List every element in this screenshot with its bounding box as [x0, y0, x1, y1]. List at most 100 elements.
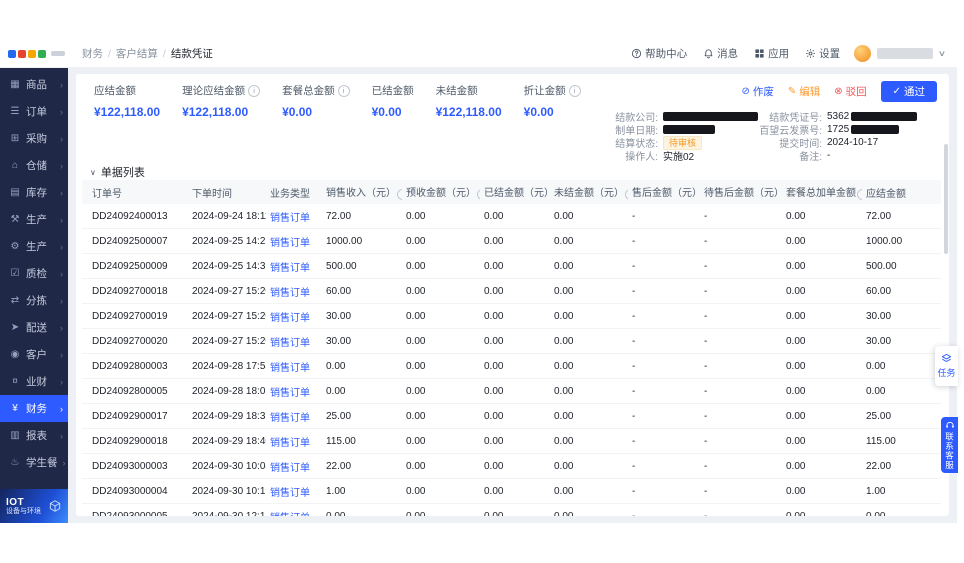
summary-item-3: 已结金额¥0.00	[372, 83, 414, 119]
table-cell: 0.00	[550, 454, 628, 479]
table-row[interactable]: DD240930000032024-09-30 10:08销售订单22.000.…	[82, 454, 941, 479]
table-cell: -	[628, 229, 700, 254]
reject-button[interactable]: ⊗驳回	[834, 84, 866, 99]
field-value: 实施02	[663, 148, 694, 163]
sidebar-item-qc[interactable]: ☑质检›	[0, 260, 68, 287]
sidebar-item-purchase[interactable]: ⊞采购›	[0, 125, 68, 152]
field-value-text: 1725	[827, 124, 849, 135]
table-row[interactable]: DD240928000052024-09-28 18:01销售订单0.000.0…	[82, 379, 941, 404]
report-icon: ▥	[9, 431, 21, 441]
chevron-right-icon: ›	[60, 134, 63, 144]
table-cell: 0.00	[550, 504, 628, 517]
sidebar-item-meal[interactable]: ♨学生餐›	[0, 449, 68, 476]
order-id-cell: DD24092700018	[82, 279, 188, 304]
table-row[interactable]: DD240928000032024-09-28 17:53销售订单0.000.0…	[82, 354, 941, 379]
table-cell: 0.00	[480, 354, 550, 379]
user-menu[interactable]: ∨	[854, 45, 945, 62]
breadcrumb-item[interactable]: 财务	[82, 46, 103, 61]
topbar-actions: 帮助中心消息应用设置	[623, 46, 848, 61]
chevron-down-icon[interactable]: ∨	[938, 49, 946, 58]
table-cell: 0.00	[782, 429, 862, 454]
iot-title: IOT	[6, 497, 41, 508]
redacted-value	[851, 125, 899, 134]
sidebar-item-finance[interactable]: ¥财务›	[0, 395, 68, 422]
sidebar-item-production2[interactable]: ⚙生产›	[0, 233, 68, 260]
breadcrumb-item[interactable]: 客户结算	[116, 46, 158, 61]
logo-redacted	[51, 51, 65, 56]
field-value-text: 实施02	[663, 148, 694, 163]
table-cell: 0.00	[782, 254, 862, 279]
table-row[interactable]: DD240925000072024-09-25 14:25销售订单1000.00…	[82, 229, 941, 254]
sidebar-item-bizfinance[interactable]: ¤业财›	[0, 368, 68, 395]
table-cell: 0.00	[782, 479, 862, 504]
table-row[interactable]: DD240929000172024-09-29 18:37销售订单25.000.…	[82, 404, 941, 429]
chevron-right-icon: ›	[60, 242, 63, 252]
table-cell: 0.00	[402, 379, 480, 404]
info-icon[interactable]	[338, 85, 350, 97]
sidebar-item-report[interactable]: ▥报表›	[0, 422, 68, 449]
info-icon[interactable]	[857, 189, 862, 200]
table-cell: 销售订单	[266, 454, 322, 479]
table-cell: -	[628, 379, 700, 404]
order-id-cell: DD24093000003	[82, 454, 188, 479]
sidebar-item-customer[interactable]: ◉客户›	[0, 341, 68, 368]
void-button[interactable]: ⊘作废	[741, 84, 773, 99]
table-cell: 0.00	[480, 504, 550, 517]
table-cell: 115.00	[862, 429, 941, 454]
sidebar-item-warehouse[interactable]: ⌂仓储›	[0, 152, 68, 179]
order-id-cell: DD24093000005	[82, 504, 188, 517]
bell-button[interactable]: 消息	[695, 46, 746, 61]
info-icon[interactable]	[625, 189, 628, 200]
table-row[interactable]: DD240925000092024-09-25 14:31销售订单500.000…	[82, 254, 941, 279]
help-button[interactable]: 帮助中心	[623, 46, 695, 61]
chevron-right-icon: ›	[60, 107, 63, 117]
table-row[interactable]: DD240927000182024-09-27 15:20销售订单60.000.…	[82, 279, 941, 304]
sidebar-item-sorting[interactable]: ⇄分拣›	[0, 287, 68, 314]
column-header-label: 业务类型	[270, 189, 310, 200]
approve-button[interactable]: ✓通过	[881, 81, 937, 102]
table-row[interactable]: DD240927000202024-09-27 15:20销售订单30.000.…	[82, 329, 941, 354]
sidebar-iot-module[interactable]: IOT 设备与环境	[0, 489, 68, 523]
chevron-right-icon: ›	[60, 80, 63, 90]
order-id-cell: DD24092900018	[82, 429, 188, 454]
voucher-actions: ⊘作废 ✎编辑 ⊗驳回 ✓通过	[741, 81, 937, 102]
sidebar-item-production[interactable]: ⚒生产›	[0, 206, 68, 233]
table-cell: 0.00	[550, 254, 628, 279]
table-row[interactable]: DD240930000042024-09-30 10:19销售订单1.000.0…	[82, 479, 941, 504]
scrollbar-thumb[interactable]	[944, 144, 948, 254]
apps-button[interactable]: 应用	[746, 46, 797, 61]
column-header-2: 业务类型	[266, 180, 322, 204]
table-row[interactable]: DD240927000192024-09-27 15:20销售订单30.000.…	[82, 304, 941, 329]
info-icon[interactable]	[569, 85, 581, 97]
table-cell: 1000.00	[322, 229, 402, 254]
edit-button[interactable]: ✎编辑	[788, 84, 820, 99]
table-row[interactable]: DD240929000182024-09-29 18:40销售订单115.000…	[82, 429, 941, 454]
info-icon[interactable]	[248, 85, 260, 97]
field-value-text: -	[827, 150, 830, 161]
sidebar-item-label: 学生餐	[26, 455, 58, 470]
summary-label-text: 套餐总金额	[282, 83, 335, 98]
sidebar-item-inventory[interactable]: ▤库存›	[0, 179, 68, 206]
chevron-right-icon: ›	[60, 350, 63, 360]
voucher-card: 应结金额¥122,118.00理论应结金额¥122,118.00套餐总金额¥0.…	[76, 74, 949, 516]
customer-service-float-button[interactable]: 联系客服	[941, 417, 958, 473]
table-cell: -	[700, 254, 782, 279]
avatar[interactable]	[854, 45, 871, 62]
summary-value: ¥122,118.00	[182, 105, 260, 119]
table-row[interactable]: DD240930000052024-09-30 12:14销售订单0.000.0…	[82, 504, 941, 517]
info-icon[interactable]	[397, 189, 402, 200]
username-redacted	[877, 48, 933, 59]
table-cell: 2024-09-30 12:14	[188, 504, 266, 517]
sidebar-item-delivery[interactable]: ➤配送›	[0, 314, 68, 341]
table-row[interactable]: DD240924000132024-09-24 18:11销售订单72.000.…	[82, 204, 941, 229]
sidebar-item-orders[interactable]: ☰订单›	[0, 98, 68, 125]
collapse-icon[interactable]: ∨	[90, 168, 96, 177]
summary-value: ¥0.00	[524, 105, 581, 119]
column-header-7: 售后金额（元）	[628, 180, 700, 204]
column-header-5: 已结金额（元）	[480, 180, 550, 204]
sidebar-item-goods[interactable]: ▦商品›	[0, 71, 68, 98]
field-value-text: 5362	[827, 111, 849, 122]
tasks-float-button[interactable]: 任务	[935, 346, 958, 386]
gear-button[interactable]: 设置	[797, 46, 848, 61]
info-icon[interactable]	[477, 189, 480, 200]
